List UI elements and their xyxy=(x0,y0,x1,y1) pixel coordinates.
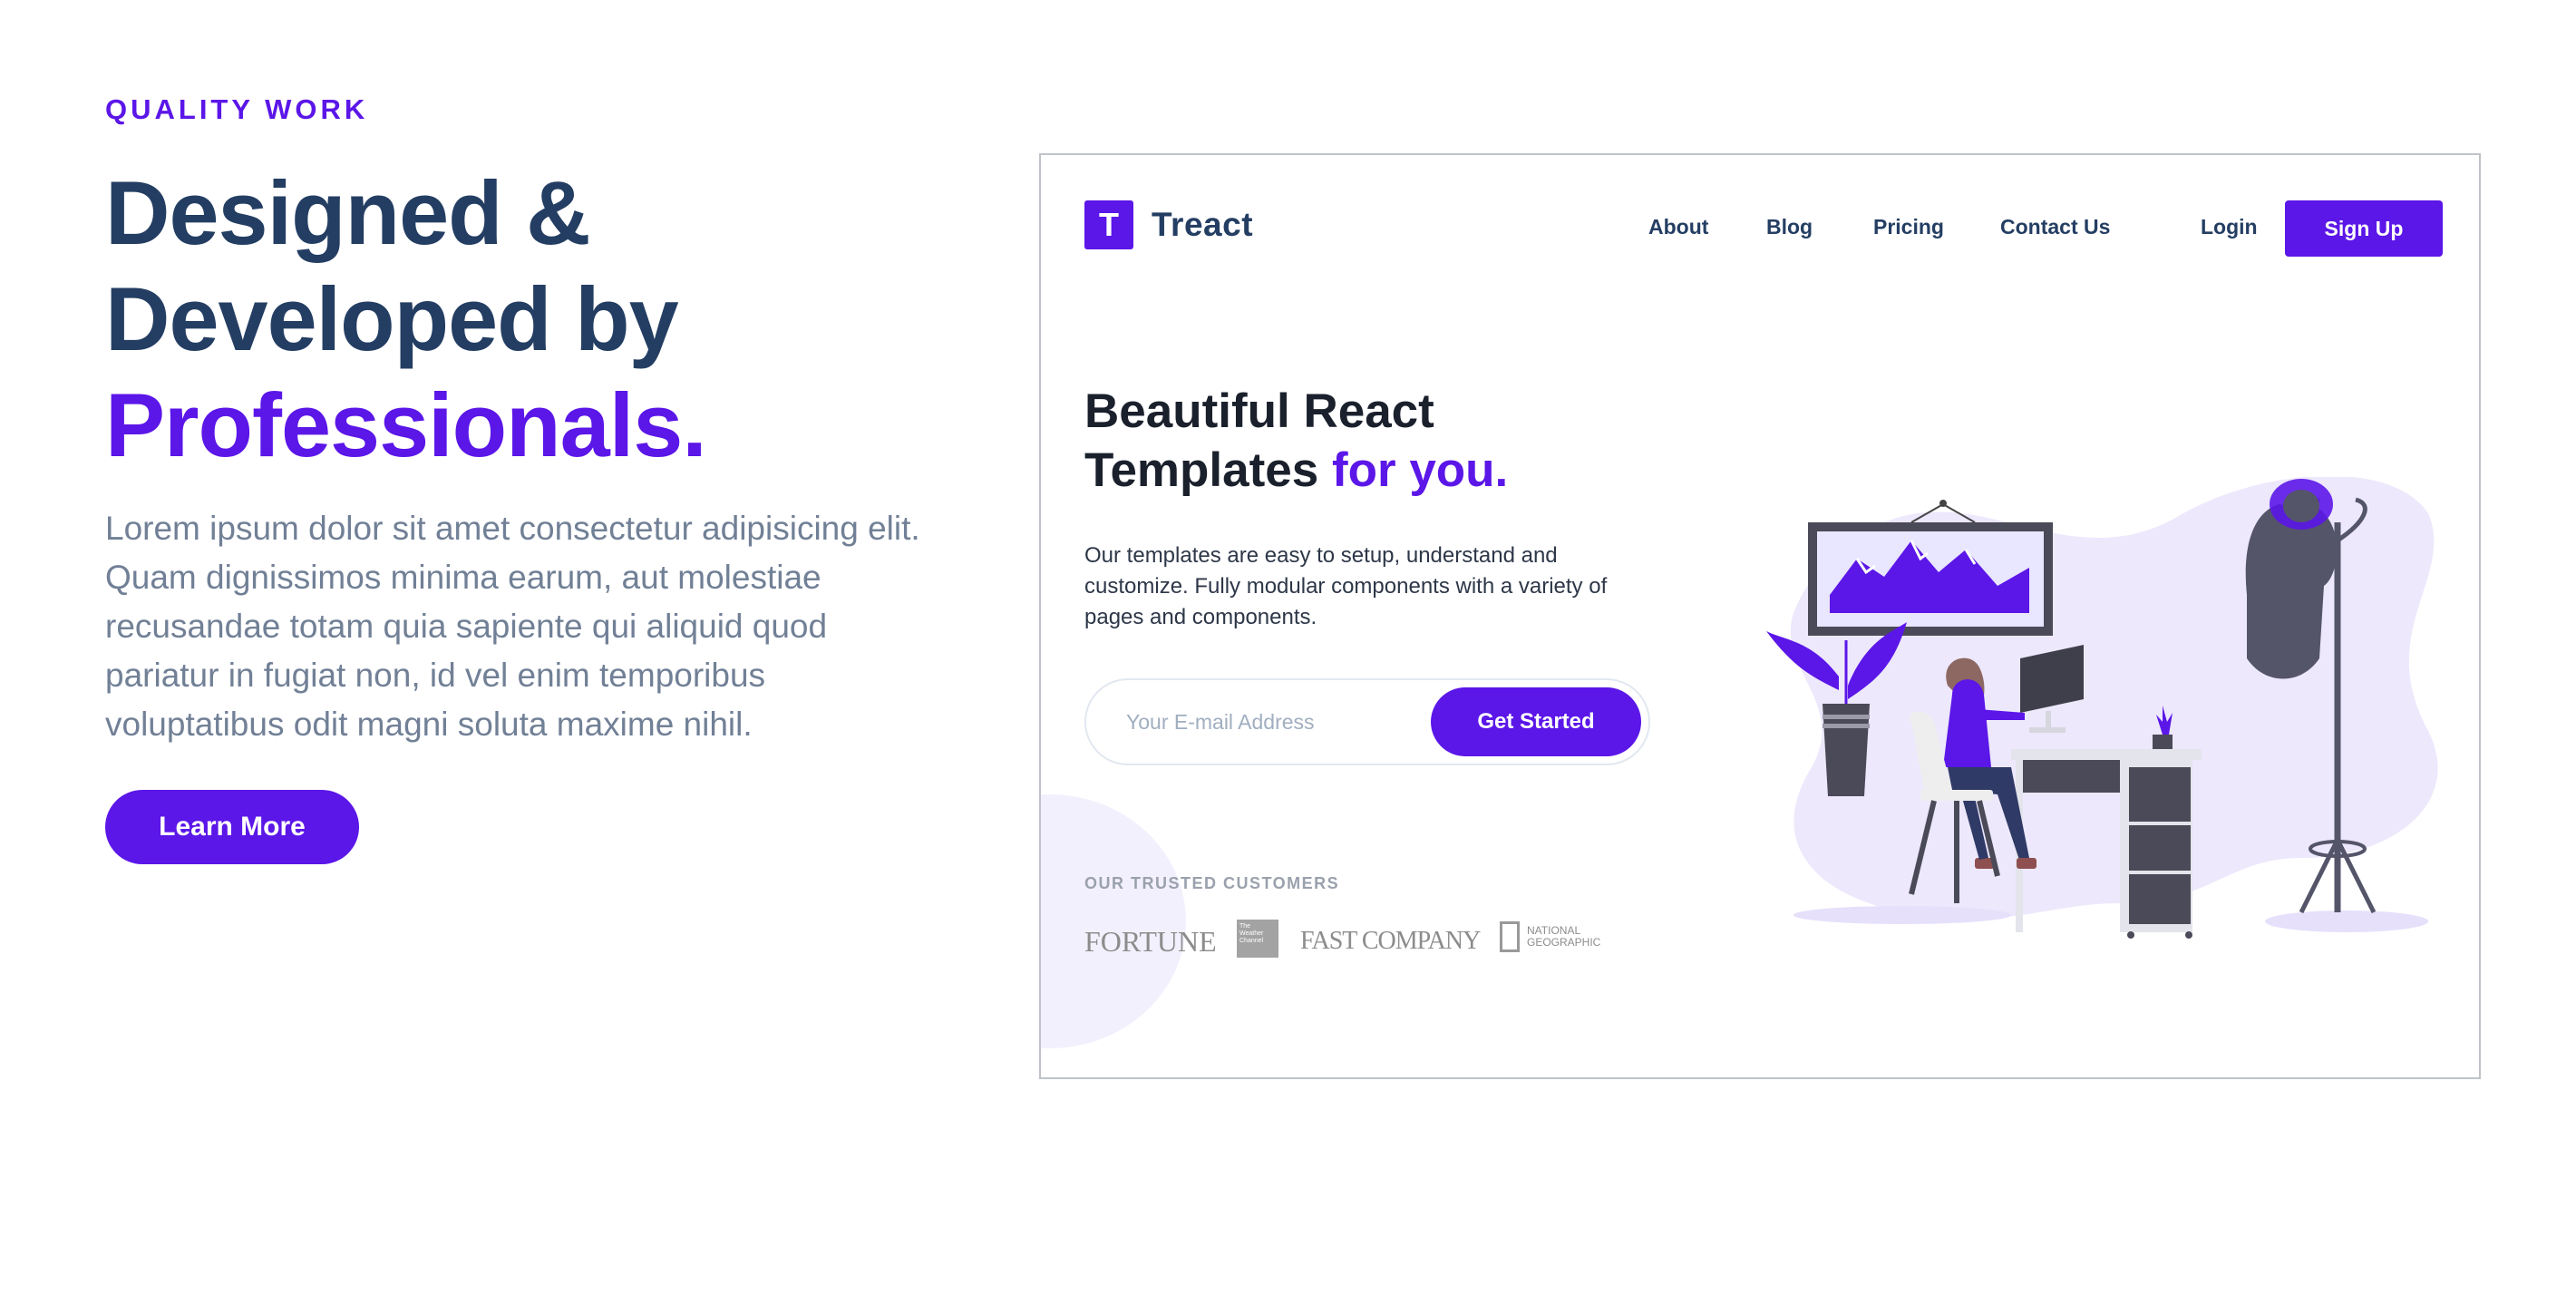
natgeo-text: NATIONAL GEOGRAPHIC xyxy=(1527,925,1600,949)
section-subheading: QUALITY WORK xyxy=(105,93,369,125)
description-line: voluptatibus odit magni soluta maxime ni… xyxy=(105,706,753,743)
description-line: Quam dignissimos minima earum, aut moles… xyxy=(105,559,821,596)
preview-hero-title: Beautiful React Templates for you. xyxy=(1084,382,1508,500)
floor-shadow xyxy=(1793,906,2011,924)
brand-name: Treact xyxy=(1152,206,1254,243)
fortune-logo: FORTUNE xyxy=(1084,925,1217,958)
email-signup-form: Get Started xyxy=(1084,678,1650,765)
brand-logo-link[interactable]: T Treact xyxy=(1084,200,1253,249)
heading-line-2: Developed by xyxy=(105,268,679,369)
learn-more-button[interactable]: Learn More xyxy=(105,790,359,864)
nav-link-blog[interactable]: Blog xyxy=(1766,215,1813,239)
weather-channel-logo: The Weather Channel xyxy=(1237,920,1278,958)
hero-title-line-1: Beautiful React xyxy=(1084,385,1434,438)
brand-logo-icon: T xyxy=(1084,200,1133,249)
nav-link-pricing[interactable]: Pricing xyxy=(1873,215,1944,239)
nav-link-about[interactable]: About xyxy=(1648,215,1708,239)
heading-line-1: Designed & xyxy=(105,162,591,263)
floor-shadow xyxy=(2265,910,2428,932)
description-line: recusandae totam quia sapiente qui aliqu… xyxy=(105,608,828,645)
hero-description-line: Our templates are easy to setup, underst… xyxy=(1084,543,1558,568)
natgeo-line: GEOGRAPHIC xyxy=(1527,936,1601,949)
hero-title-accent: for you. xyxy=(1331,443,1509,497)
description-line: pariatur in fugiat non, id vel enim temp… xyxy=(105,657,766,694)
natgeo-frame-icon xyxy=(1500,921,1520,952)
weather-logo-line: Weather xyxy=(1239,930,1264,937)
description-line: Lorem ipsum dolor sit amet consectetur a… xyxy=(105,510,920,547)
trusted-customers-label: OUR TRUSTED CUSTOMERS xyxy=(1084,874,1340,892)
section-description: Lorem ipsum dolor sit amet consectetur a… xyxy=(105,504,1012,749)
login-link[interactable]: Login xyxy=(2201,215,2258,239)
hero-description-line: customize. Fully modular components with… xyxy=(1084,574,1608,599)
template-preview-card: T Treact About Blog Pricing Contact Us L… xyxy=(1039,153,2481,1079)
weather-logo-line: Channel xyxy=(1239,938,1264,944)
hero-title-line-2: Templates for you. xyxy=(1084,441,1508,500)
fast-company-logo: FAST COMPANY xyxy=(1300,927,1481,955)
national-geographic-logo: NATIONAL GEOGRAPHIC xyxy=(1500,921,1600,952)
hero-description-line: pages and components. xyxy=(1084,605,1317,629)
hero-title-plain: Templates xyxy=(1084,443,1332,497)
decorative-blob xyxy=(1041,794,1186,1048)
signup-button[interactable]: Sign Up xyxy=(2285,200,2443,257)
nav-link-contact[interactable]: Contact Us xyxy=(2000,215,2110,239)
get-started-button[interactable]: Get Started xyxy=(1431,687,1641,756)
workspace-illustration xyxy=(1766,477,2438,939)
weather-logo-line: The xyxy=(1239,923,1251,930)
email-input[interactable] xyxy=(1126,700,1398,744)
preview-hero-description: Our templates are easy to setup, underst… xyxy=(1084,540,1701,633)
section-heading: Designed & Developed by Professionals. xyxy=(105,160,1012,478)
heading-accent: Professionals. xyxy=(105,375,707,475)
